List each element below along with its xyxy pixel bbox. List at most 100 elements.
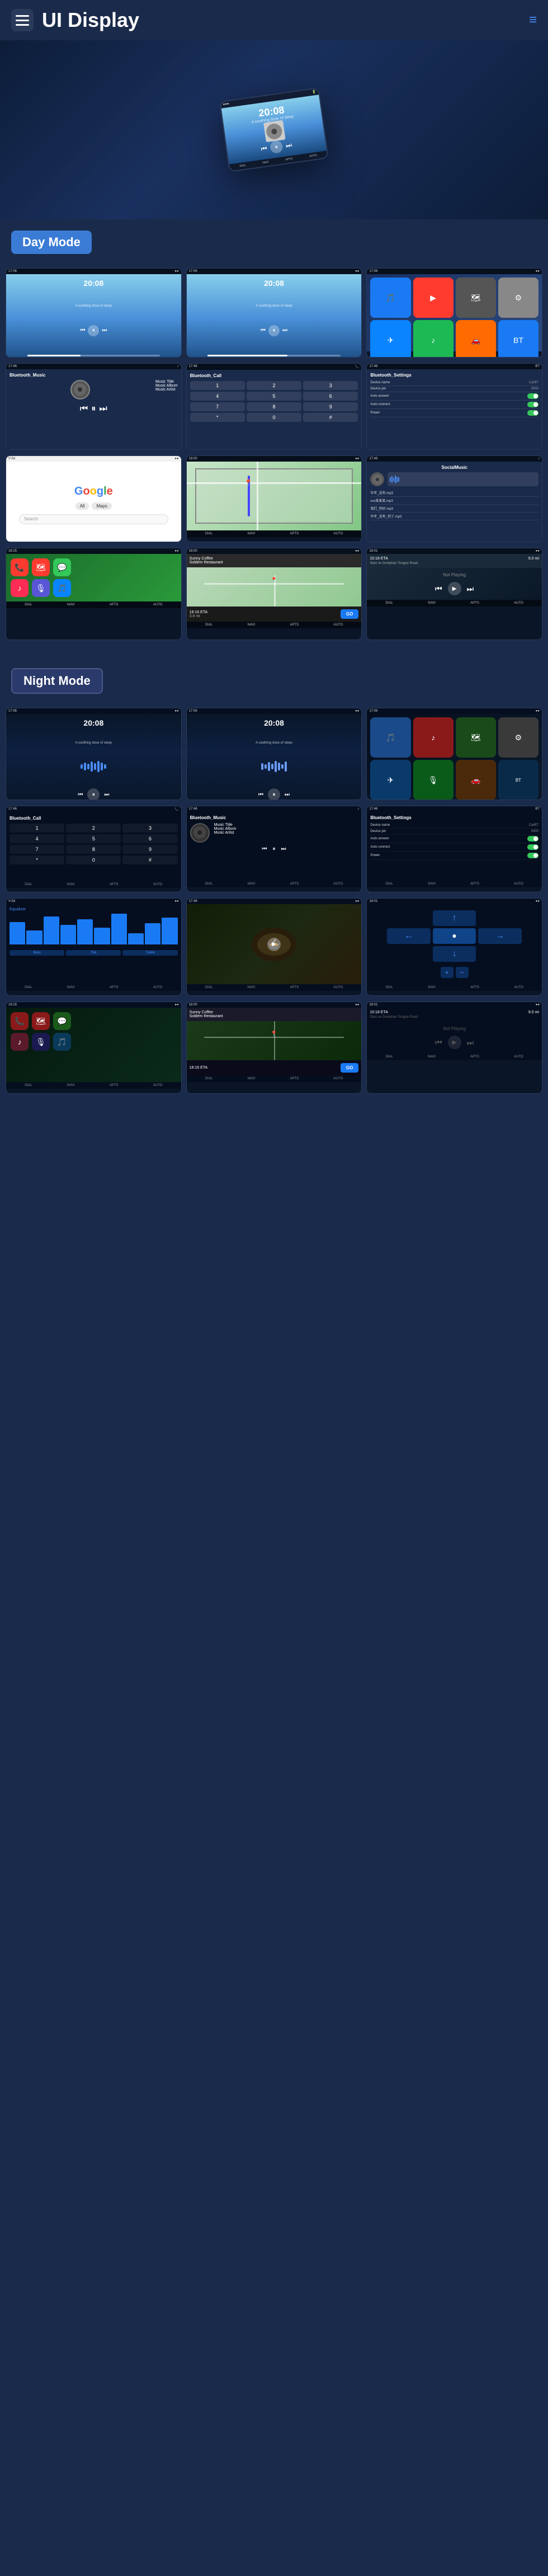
- bt-play[interactable]: ⏸: [91, 404, 96, 414]
- nnp-auto[interactable]: AUTO: [514, 1055, 523, 1059]
- nnum-3[interactable]: 3: [122, 824, 177, 833]
- nbs-dial[interactable]: DIAL: [386, 882, 393, 886]
- io-apts[interactable]: APTS: [110, 603, 119, 607]
- nnum-5[interactable]: 5: [66, 834, 121, 843]
- vid-dial[interactable]: DIAL: [205, 986, 212, 989]
- nnum-6[interactable]: 6: [122, 834, 177, 843]
- nm-prev-1[interactable]: ⏮: [78, 792, 83, 798]
- nio-auto[interactable]: AUTO: [153, 1084, 163, 1087]
- nnum-star[interactable]: *: [10, 855, 64, 864]
- rd-auto[interactable]: AUTO: [514, 986, 523, 989]
- num-1[interactable]: 1: [190, 381, 245, 390]
- ios-app-phone[interactable]: 📞: [11, 558, 29, 576]
- eq-auto[interactable]: AUTO: [153, 986, 163, 989]
- nnp-apts[interactable]: APTS: [470, 1055, 479, 1059]
- io-dial[interactable]: DIAL: [25, 603, 32, 607]
- nbm-next[interactable]: ⏭: [281, 846, 286, 852]
- nbs-toggle-answer[interactable]: [527, 836, 538, 842]
- nm-play-2[interactable]: ⏸: [268, 788, 280, 800]
- next-1[interactable]: ⏭: [102, 327, 107, 333]
- hero-dial[interactable]: DIAL: [239, 164, 246, 168]
- nbm-auto[interactable]: AUTO: [334, 882, 343, 886]
- zoom-in[interactable]: +: [441, 967, 453, 978]
- nbs-toggle-power[interactable]: [527, 853, 538, 858]
- bt-prev[interactable]: ⏮: [80, 404, 88, 414]
- num-4[interactable]: 4: [190, 392, 245, 401]
- nnum-0[interactable]: 0: [66, 855, 121, 864]
- eq-preset-3[interactable]: Treble: [122, 950, 177, 956]
- nbm-prev[interactable]: ⏮: [262, 846, 267, 852]
- num-9[interactable]: 9: [303, 402, 358, 411]
- arrow-up[interactable]: ↑: [433, 910, 476, 926]
- nnav-dial[interactable]: DIAL: [205, 1077, 212, 1080]
- nio-app-tunes[interactable]: 🎵: [53, 1033, 71, 1051]
- eq-apts[interactable]: APTS: [110, 986, 119, 989]
- menu-icon[interactable]: [11, 9, 34, 31]
- hero-auto[interactable]: AUTO: [309, 154, 318, 158]
- ios-app-podcast[interactable]: 🎙: [32, 579, 50, 597]
- rd-apts[interactable]: APTS: [470, 986, 479, 989]
- nnum-8[interactable]: 8: [66, 845, 121, 854]
- ios-app-maps[interactable]: 🗺: [32, 558, 50, 576]
- nnp-navi[interactable]: NAVI: [428, 1055, 436, 1059]
- ios-app-music[interactable]: ♪: [11, 579, 29, 597]
- arrow-center[interactable]: ●: [433, 928, 476, 944]
- arrow-left[interactable]: ←: [387, 928, 431, 944]
- bt-next[interactable]: ⏭: [99, 404, 107, 414]
- nio-app-podcast[interactable]: 🎙: [32, 1033, 50, 1051]
- nio-apts[interactable]: APTS: [110, 1084, 119, 1087]
- num-8[interactable]: 8: [247, 402, 301, 411]
- num-2[interactable]: 2: [247, 381, 301, 390]
- rd-navi[interactable]: NAVI: [428, 986, 436, 989]
- nio-app-phone[interactable]: 📞: [11, 1012, 29, 1030]
- vid-navi[interactable]: NAVI: [248, 986, 256, 989]
- num-5[interactable]: 5: [247, 392, 301, 401]
- nbs-navi[interactable]: NAVI: [428, 882, 436, 886]
- np-auto[interactable]: AUTO: [514, 601, 523, 605]
- num-hash[interactable]: #: [303, 413, 358, 422]
- ios-app-msg[interactable]: 💬: [53, 558, 71, 576]
- nm-prev-2[interactable]: ⏮: [258, 792, 263, 798]
- nnav-navi[interactable]: NAVI: [248, 1077, 256, 1080]
- nnum-7[interactable]: 7: [10, 845, 64, 854]
- nnp-next[interactable]: ⏭: [467, 1038, 474, 1047]
- google-search-bar[interactable]: Search: [19, 514, 168, 524]
- np-prev[interactable]: ⏮: [435, 584, 442, 594]
- zoom-out[interactable]: −: [456, 967, 469, 978]
- nnav-auto[interactable]: AUTO: [334, 1077, 343, 1080]
- nav-go-button[interactable]: GO: [341, 609, 358, 619]
- nnp-play[interactable]: ▶: [448, 1036, 461, 1049]
- nnum-2[interactable]: 2: [66, 824, 121, 833]
- app-bt[interactable]: BT: [498, 320, 538, 358]
- ios-app-tunes[interactable]: 🎵: [53, 579, 71, 597]
- rd-dial[interactable]: DIAL: [386, 986, 393, 989]
- app-youtube[interactable]: ▶: [413, 278, 453, 318]
- hero-navi[interactable]: NAVI: [262, 161, 269, 165]
- social-track-2[interactable]: xxx某某某.mp3: [370, 497, 538, 505]
- nm-next-1[interactable]: ⏭: [104, 792, 109, 798]
- toggle-answer[interactable]: [527, 393, 538, 399]
- nbc-dial[interactable]: DIAL: [25, 883, 32, 886]
- nv-navi[interactable]: NAVI: [248, 623, 256, 627]
- nnum-hash[interactable]: #: [122, 855, 177, 864]
- na-app-3[interactable]: 🗺: [456, 717, 496, 758]
- nbm-play[interactable]: ⏸: [272, 846, 275, 852]
- next-2[interactable]: ⏭: [282, 327, 287, 333]
- nm-next-2[interactable]: ⏭: [285, 792, 290, 798]
- nio-app-msg[interactable]: 💬: [53, 1012, 71, 1030]
- num-7[interactable]: 7: [190, 402, 245, 411]
- mp-dial[interactable]: DIAL: [205, 532, 212, 535]
- app-music[interactable]: 🎵: [370, 278, 410, 318]
- video-play-btn[interactable]: ▶: [267, 938, 281, 951]
- nio-app-music[interactable]: ♪: [11, 1033, 29, 1051]
- play-2[interactable]: ⏸: [268, 325, 280, 336]
- hamburger-icon[interactable]: ≡: [529, 12, 537, 28]
- nbc-navi[interactable]: NAVI: [67, 883, 75, 886]
- nbs-auto[interactable]: AUTO: [514, 882, 523, 886]
- io-navi[interactable]: NAVI: [67, 603, 75, 607]
- arrow-down[interactable]: ↓: [433, 946, 476, 962]
- nnum-4[interactable]: 4: [10, 834, 64, 843]
- eq-navi[interactable]: NAVI: [67, 986, 75, 989]
- nbc-auto[interactable]: AUTO: [153, 883, 163, 886]
- nm-play-1[interactable]: ⏸: [87, 788, 100, 800]
